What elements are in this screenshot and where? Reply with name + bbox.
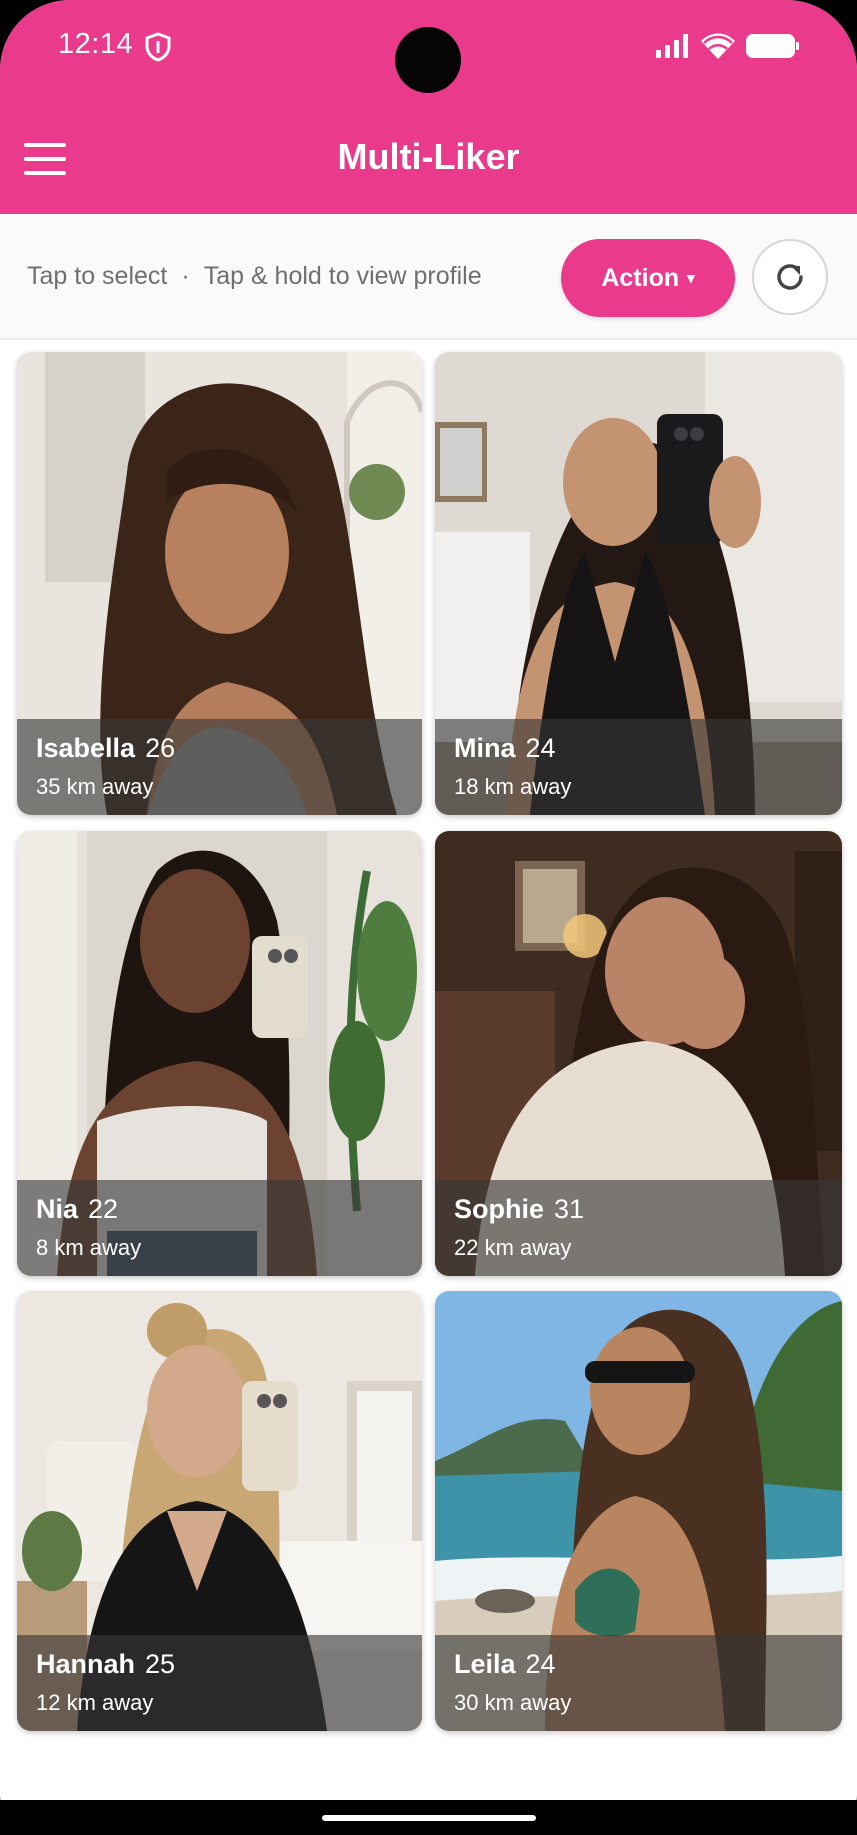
app-bar: 12:14 Multi-Liker: [0, 0, 857, 214]
profile-distance: 22 km away: [454, 1235, 572, 1260]
profile-distance: 30 km away: [454, 1690, 572, 1715]
caret-down-icon: ▾: [687, 270, 695, 287]
phone-screen: 12:14 Multi-Liker Tap to select · Tap & …: [0, 0, 857, 1835]
profile-info-overlay: Nia 22 8 km away: [17, 1180, 422, 1276]
profile-name: Leila: [454, 1649, 516, 1679]
profile-age: 22: [88, 1194, 119, 1224]
action-button-label: Action: [601, 263, 680, 292]
profile-name: Nia: [36, 1194, 79, 1224]
profile-age: 26: [145, 733, 176, 763]
app-title: Multi-Liker: [337, 136, 520, 177]
profile-card[interactable]: Nia 22 8 km away: [17, 831, 422, 1276]
profile-info-overlay: Sophie 31 22 km away: [435, 1180, 842, 1276]
profile-distance: 18 km away: [454, 774, 572, 799]
profile-info-overlay: Hannah 25 12 km away: [17, 1635, 422, 1731]
hint-profile: Tap & hold to view profile: [203, 262, 482, 290]
home-indicator[interactable]: [322, 1815, 536, 1821]
profile-age: 31: [554, 1194, 585, 1224]
selection-toolbar: Tap to select · Tap & hold to view profile…: [0, 214, 857, 340]
profile-name: Sophie: [454, 1194, 545, 1224]
shield-icon: [145, 32, 171, 62]
profile-name: Isabella: [36, 733, 136, 763]
profile-card[interactable]: Leila 24 30 km away: [435, 1291, 842, 1731]
profile-name: Hannah: [36, 1649, 136, 1679]
profile-card[interactable]: Isabella 26 35 km away: [17, 352, 422, 815]
profile-distance: 8 km away: [36, 1235, 142, 1260]
profile-grid: Isabella 26 35 km away Mina 24 18 km awa…: [0, 338, 857, 1738]
status-time: 12:14: [58, 28, 134, 60]
refresh-button[interactable]: [752, 239, 828, 315]
profile-card[interactable]: Sophie 31 22 km away: [435, 831, 842, 1276]
profile-card[interactable]: Mina 24 18 km away: [435, 352, 842, 815]
profile-age: 24: [525, 733, 556, 763]
signal-icon: [656, 34, 688, 58]
camera-cutout: [395, 27, 461, 93]
profile-distance: 12 km away: [36, 1690, 154, 1715]
action-dropdown-button[interactable]: Action ▾: [561, 239, 735, 317]
hint-text: Tap to select · Tap & hold to view profile: [27, 262, 482, 291]
profile-name: Mina: [454, 733, 516, 763]
profile-card[interactable]: Hannah 25 12 km away: [17, 1291, 422, 1731]
profile-age: 25: [145, 1649, 176, 1679]
hint-select: Tap to select: [27, 262, 168, 290]
hint-separator: ·: [181, 262, 190, 290]
profile-info-overlay: Mina 24 18 km away: [435, 719, 842, 815]
wifi-icon: [701, 33, 735, 59]
profile-age: 24: [525, 1649, 556, 1679]
profile-info-overlay: Leila 24 30 km away: [435, 1635, 842, 1731]
battery-icon: [746, 34, 799, 58]
profile-info-overlay: Isabella 26 35 km away: [17, 719, 422, 815]
profile-distance: 35 km away: [36, 774, 154, 799]
refresh-icon: [777, 264, 803, 290]
